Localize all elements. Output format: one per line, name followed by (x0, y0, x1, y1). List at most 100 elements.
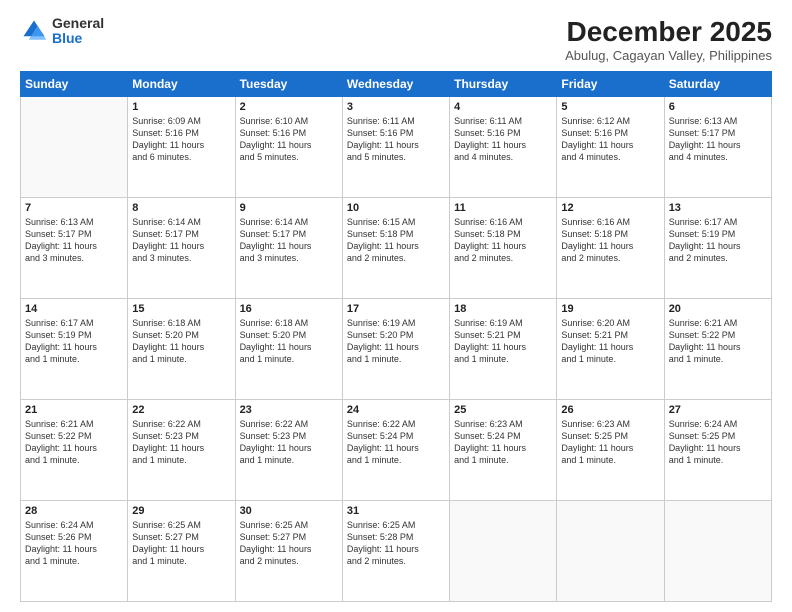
calendar-cell: 24 Sunrise: 6:22 AM Sunset: 5:24 PM Dayli… (342, 400, 449, 501)
day-number: 12 (561, 202, 659, 214)
calendar-cell (450, 501, 557, 602)
day-number: 2 (240, 101, 338, 113)
calendar-cell: 10Sunrise: 6:15 AM Sunset: 5:18 PM Dayli… (342, 198, 449, 299)
cell-details: Sunrise: 6:11 AM Sunset: 5:16 PM Dayligh… (454, 115, 552, 164)
calendar-day-header: Wednesday (342, 72, 449, 97)
cell-details: Sunrise: 6:16 AM Sunset: 5:18 PM Dayligh… (561, 216, 659, 265)
day-number: 21 (25, 404, 123, 416)
cell-details: Sunrise: 6:23 AM Sunset: 5:25 PM Dayligh… (561, 418, 659, 467)
calendar-cell: 7Sunrise: 6:13 AM Sunset: 5:17 PM Daylig… (21, 198, 128, 299)
cell-details: Sunrise: 6:22 AM Sunset: 5:23 PM Dayligh… (240, 418, 338, 467)
cell-details: Sunrise: 6:11 AM Sunset: 5:16 PM Dayligh… (347, 115, 445, 164)
calendar-day-header: Thursday (450, 72, 557, 97)
calendar-cell: 20 Sunrise: 6:21 AM Sunset: 5:22 PM Dayli… (664, 299, 771, 400)
calendar-day-header: Saturday (664, 72, 771, 97)
cell-details: Sunrise: 6:16 AM Sunset: 5:18 PM Dayligh… (454, 216, 552, 265)
calendar-cell: 2 Sunrise: 6:10 AM Sunset: 5:16 PM Daylig… (235, 97, 342, 198)
calendar-cell: 21 Sunrise: 6:21 AM Sunset: 5:22 PM Dayli… (21, 400, 128, 501)
page: General Blue December 2025 Abulug, Cagay… (0, 0, 792, 612)
header: General Blue December 2025 Abulug, Cagay… (20, 16, 772, 63)
calendar-cell: 25 Sunrise: 6:23 AM Sunset: 5:24 PM Dayli… (450, 400, 557, 501)
day-number: 22 (132, 404, 230, 416)
calendar-day-header: Monday (128, 72, 235, 97)
calendar-cell: 28 Sunrise: 6:24 AM Sunset: 5:26 PM Dayli… (21, 501, 128, 602)
calendar-cell: 8Sunrise: 6:14 AM Sunset: 5:17 PM Daylig… (128, 198, 235, 299)
logo-text: General Blue (52, 16, 104, 47)
main-title: December 2025 (565, 16, 772, 48)
cell-details: Sunrise: 6:22 AM Sunset: 5:24 PM Dayligh… (347, 418, 445, 467)
day-number: 4 (454, 101, 552, 113)
cell-details: Sunrise: 6:20 AM Sunset: 5:21 PM Dayligh… (561, 317, 659, 366)
cell-details: Sunrise: 6:21 AM Sunset: 5:22 PM Dayligh… (25, 418, 123, 467)
subtitle: Abulug, Cagayan Valley, Philippines (565, 48, 772, 63)
day-number: 16 (240, 303, 338, 315)
calendar-cell: 4 Sunrise: 6:11 AM Sunset: 5:16 PM Daylig… (450, 97, 557, 198)
logo-blue-text: Blue (52, 31, 104, 46)
day-number: 13 (669, 202, 767, 214)
cell-details: Sunrise: 6:24 AM Sunset: 5:25 PM Dayligh… (669, 418, 767, 467)
cell-details: Sunrise: 6:14 AM Sunset: 5:17 PM Dayligh… (240, 216, 338, 265)
calendar-cell: 30Sunrise: 6:25 AM Sunset: 5:27 PM Dayli… (235, 501, 342, 602)
day-number: 19 (561, 303, 659, 315)
day-number: 25 (454, 404, 552, 416)
cell-details: Sunrise: 6:22 AM Sunset: 5:23 PM Dayligh… (132, 418, 230, 467)
day-number: 6 (669, 101, 767, 113)
cell-details: Sunrise: 6:24 AM Sunset: 5:26 PM Dayligh… (25, 519, 123, 568)
calendar-day-header: Sunday (21, 72, 128, 97)
calendar-header-row: SundayMondayTuesdayWednesdayThursdayFrid… (21, 72, 772, 97)
day-number: 10 (347, 202, 445, 214)
calendar-cell (664, 501, 771, 602)
calendar-cell: 29Sunrise: 6:25 AM Sunset: 5:27 PM Dayli… (128, 501, 235, 602)
day-number: 28 (25, 505, 123, 517)
calendar-cell: 26 Sunrise: 6:23 AM Sunset: 5:25 PM Dayli… (557, 400, 664, 501)
calendar-cell: 14 Sunrise: 6:17 AM Sunset: 5:19 PM Dayli… (21, 299, 128, 400)
cell-details: Sunrise: 6:18 AM Sunset: 5:20 PM Dayligh… (132, 317, 230, 366)
cell-details: Sunrise: 6:21 AM Sunset: 5:22 PM Dayligh… (669, 317, 767, 366)
day-number: 9 (240, 202, 338, 214)
cell-details: Sunrise: 6:19 AM Sunset: 5:21 PM Dayligh… (454, 317, 552, 366)
calendar-cell: 16 Sunrise: 6:18 AM Sunset: 5:20 PM Dayli… (235, 299, 342, 400)
calendar-week-row: 21 Sunrise: 6:21 AM Sunset: 5:22 PM Dayli… (21, 400, 772, 501)
day-number: 5 (561, 101, 659, 113)
calendar-cell (21, 97, 128, 198)
day-number: 14 (25, 303, 123, 315)
calendar-cell: 22 Sunrise: 6:22 AM Sunset: 5:23 PM Dayli… (128, 400, 235, 501)
day-number: 27 (669, 404, 767, 416)
calendar-cell: 19 Sunrise: 6:20 AM Sunset: 5:21 PM Dayli… (557, 299, 664, 400)
day-number: 30 (240, 505, 338, 517)
cell-details: Sunrise: 6:10 AM Sunset: 5:16 PM Dayligh… (240, 115, 338, 164)
calendar-cell: 18 Sunrise: 6:19 AM Sunset: 5:21 PM Dayli… (450, 299, 557, 400)
calendar-cell: 11 Sunrise: 6:16 AM Sunset: 5:18 PM Dayli… (450, 198, 557, 299)
calendar-cell: 1Sunrise: 6:09 AM Sunset: 5:16 PM Daylig… (128, 97, 235, 198)
title-block: December 2025 Abulug, Cagayan Valley, Ph… (565, 16, 772, 63)
logo-icon (20, 17, 48, 45)
calendar-week-row: 1Sunrise: 6:09 AM Sunset: 5:16 PM Daylig… (21, 97, 772, 198)
day-number: 11 (454, 202, 552, 214)
cell-details: Sunrise: 6:19 AM Sunset: 5:20 PM Dayligh… (347, 317, 445, 366)
calendar-cell: 23 Sunrise: 6:22 AM Sunset: 5:23 PM Dayli… (235, 400, 342, 501)
day-number: 26 (561, 404, 659, 416)
cell-details: Sunrise: 6:25 AM Sunset: 5:28 PM Dayligh… (347, 519, 445, 568)
cell-details: Sunrise: 6:13 AM Sunset: 5:17 PM Dayligh… (669, 115, 767, 164)
calendar-week-row: 14 Sunrise: 6:17 AM Sunset: 5:19 PM Dayli… (21, 299, 772, 400)
day-number: 31 (347, 505, 445, 517)
cell-details: Sunrise: 6:17 AM Sunset: 5:19 PM Dayligh… (25, 317, 123, 366)
calendar-cell: 17Sunrise: 6:19 AM Sunset: 5:20 PM Dayli… (342, 299, 449, 400)
calendar-cell: 13Sunrise: 6:17 AM Sunset: 5:19 PM Dayli… (664, 198, 771, 299)
cell-details: Sunrise: 6:23 AM Sunset: 5:24 PM Dayligh… (454, 418, 552, 467)
calendar-cell: 12 Sunrise: 6:16 AM Sunset: 5:18 PM Dayli… (557, 198, 664, 299)
calendar-day-header: Tuesday (235, 72, 342, 97)
cell-details: Sunrise: 6:18 AM Sunset: 5:20 PM Dayligh… (240, 317, 338, 366)
day-number: 24 (347, 404, 445, 416)
calendar-cell: 9 Sunrise: 6:14 AM Sunset: 5:17 PM Daylig… (235, 198, 342, 299)
day-number: 18 (454, 303, 552, 315)
calendar-day-header: Friday (557, 72, 664, 97)
logo-general: General (52, 16, 104, 31)
calendar-cell: 3 Sunrise: 6:11 AM Sunset: 5:16 PM Daylig… (342, 97, 449, 198)
day-number: 20 (669, 303, 767, 315)
day-number: 23 (240, 404, 338, 416)
logo: General Blue (20, 16, 104, 47)
calendar-table: SundayMondayTuesdayWednesdayThursdayFrid… (20, 71, 772, 602)
day-number: 3 (347, 101, 445, 113)
cell-details: Sunrise: 6:09 AM Sunset: 5:16 PM Dayligh… (132, 115, 230, 164)
